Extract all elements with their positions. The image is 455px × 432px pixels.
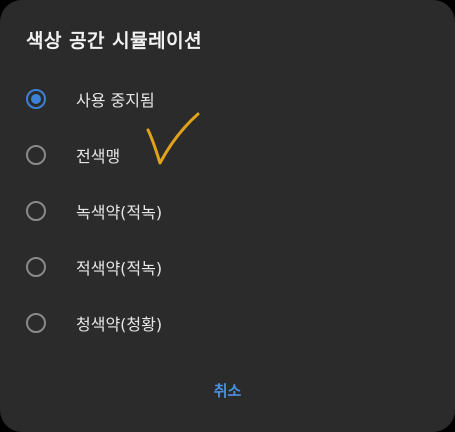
option-label: 녹색약(적녹) xyxy=(76,203,163,222)
option-label: 적색약(적녹) xyxy=(76,259,163,278)
color-space-dialog: 색상 공간 시뮬레이션 사용 중지됨 전색맹 녹색약(적녹) 적색약(적녹) 청… xyxy=(0,0,455,432)
radio-unselected-icon[interactable] xyxy=(26,313,46,333)
option-protanomaly[interactable]: 적색약(적녹) xyxy=(0,242,455,292)
option-disabled[interactable]: 사용 중지됨 xyxy=(0,74,455,124)
option-label: 청색약(청황) xyxy=(76,315,163,334)
radio-unselected-icon[interactable] xyxy=(26,201,46,221)
dialog-title: 색상 공간 시뮬레이션 xyxy=(26,30,203,52)
option-label: 전색맹 xyxy=(76,147,121,166)
radio-unselected-icon[interactable] xyxy=(26,257,46,277)
handwritten-checkmark-icon xyxy=(146,112,200,165)
cancel-button[interactable]: 취소 xyxy=(0,380,455,401)
option-monochromacy[interactable]: 전색맹 xyxy=(0,130,455,180)
radio-selected-icon[interactable] xyxy=(26,89,46,109)
option-deuteranomaly[interactable]: 녹색약(적녹) xyxy=(0,186,455,236)
radio-unselected-icon[interactable] xyxy=(26,145,46,165)
option-tritanomaly[interactable]: 청색약(청황) xyxy=(0,298,455,348)
